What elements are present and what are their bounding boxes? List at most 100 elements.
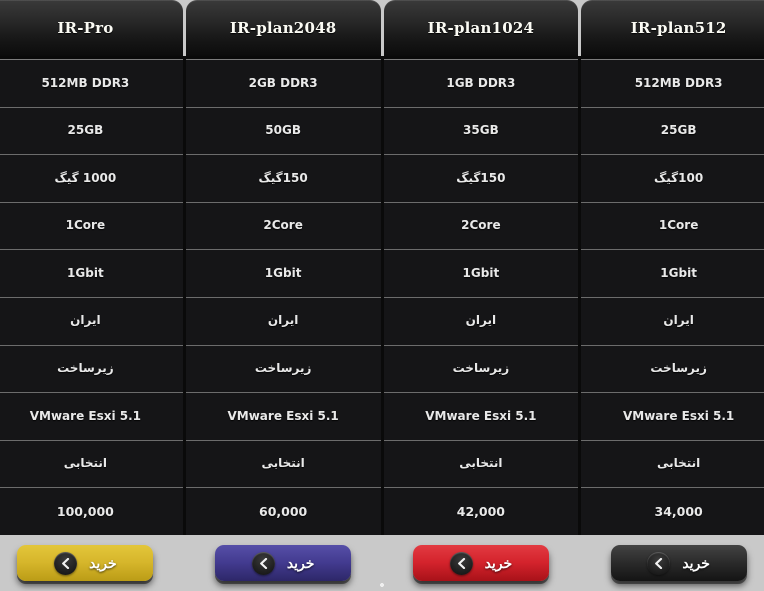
feature-value: 1Core: [658, 218, 699, 233]
plan-name: IR-plan1024: [427, 19, 535, 37]
feature-value: 1000 گیگ: [54, 170, 117, 185]
feature-value: ایران: [70, 313, 101, 328]
feature-value: زیرساخت: [650, 361, 707, 376]
feature-value: 60,000: [259, 503, 308, 519]
plan-name: IR-plan512: [630, 19, 727, 37]
feature-cell-cpu: 1Core: [581, 203, 764, 251]
feature-value: 100,000: [56, 503, 114, 519]
feature-value: 2Core: [461, 218, 501, 233]
feature-value: VMware Esxi 5.1: [622, 408, 735, 423]
buy-button-slot-2: خرید: [384, 535, 579, 591]
feature-cell-location: ایران: [185, 298, 381, 346]
feature-cell-infrastructure: زیرساخت: [383, 346, 579, 394]
feature-value: ایران: [465, 313, 497, 328]
chevron-left-icon: [449, 551, 473, 575]
feature-cell-port: 1Gbit: [185, 250, 381, 298]
plan-name: IR-plan2048: [229, 19, 337, 37]
feature-value: 1Gbit: [660, 265, 697, 280]
feature-cell-ram: 2GB DDR3: [185, 60, 381, 108]
feature-value: 512MB DDR3: [41, 75, 130, 90]
feature-value: انتخابی: [63, 456, 108, 471]
feature-cell-disk: 50GB: [185, 108, 381, 156]
plan-tab-0[interactable]: IR-Pro: [0, 0, 183, 56]
feature-value: ایران: [663, 313, 694, 328]
feature-value: 100گیگ: [654, 170, 704, 185]
feature-value: زیرساخت: [57, 361, 114, 376]
feature-cell-infrastructure: زیرساخت: [0, 346, 183, 394]
feature-cell-price: 42,000: [384, 488, 579, 535]
buy-button-label: خرید: [484, 554, 513, 571]
feature-value: انتخابی: [459, 456, 503, 471]
feature-value: 2Core: [263, 218, 303, 233]
plan-column-2: 1GB DDR3 35GB 150گیگ 2Core 1Gbit ایران ز…: [383, 59, 579, 535]
feature-cell-disk: 25GB: [0, 108, 183, 156]
feature-value: 1Gbit: [67, 265, 104, 280]
feature-value: VMware Esxi 5.1: [227, 408, 339, 423]
feature-cell-price: 100,000: [0, 488, 183, 535]
buy-button-slot-3: خرید: [581, 535, 764, 591]
feature-cell-os: انتخابی: [185, 441, 381, 489]
feature-cell-location: ایران: [383, 298, 579, 346]
feature-value: ایران: [267, 313, 299, 328]
feature-value: 42,000: [456, 503, 505, 519]
feature-cell-disk: 25GB: [581, 108, 764, 156]
feature-cell-bandwidth: 100گیگ: [581, 155, 764, 203]
buy-button-row: خرید خرید خرید خرید: [0, 535, 764, 591]
feature-cell-cpu: 2Core: [383, 203, 579, 251]
feature-cell-virtualization: VMware Esxi 5.1: [185, 393, 381, 441]
feature-value: 34,000: [654, 503, 703, 519]
feature-cell-ram: 512MB DDR3: [581, 60, 764, 108]
feature-cell-location: ایران: [581, 298, 764, 346]
feature-value: 1Gbit: [264, 265, 302, 280]
feature-value: 1Core: [65, 218, 106, 233]
feature-value: زیرساخت: [452, 361, 510, 376]
buy-button-ir-plan2048[interactable]: خرید: [215, 545, 352, 581]
feature-value: VMware Esxi 5.1: [425, 408, 537, 423]
buy-button-ir-plan512[interactable]: خرید: [610, 545, 747, 581]
feature-value: 1Gbit: [462, 265, 500, 280]
feature-cell-bandwidth: 150گیگ: [383, 155, 579, 203]
feature-cell-cpu: 2Core: [185, 203, 381, 251]
feature-value: 25GB: [67, 123, 104, 138]
feature-cell-bandwidth: 1000 گیگ: [0, 155, 183, 203]
plan-tab-1[interactable]: IR-plan2048: [185, 0, 381, 56]
feature-cell-disk: 35GB: [383, 108, 579, 156]
feature-cell-virtualization: VMware Esxi 5.1: [581, 393, 764, 441]
feature-value: 35GB: [463, 123, 499, 138]
feature-value: VMware Esxi 5.1: [29, 408, 142, 423]
feature-value: 512MB DDR3: [634, 75, 723, 90]
feature-value: زیرساخت: [254, 361, 312, 376]
buy-button-label: خرید: [286, 554, 315, 571]
feature-value: 1GB DDR3: [446, 75, 516, 90]
buy-button-slot-1: خرید: [186, 535, 381, 591]
feature-value: انتخابی: [261, 456, 305, 471]
feature-cell-location: ایران: [0, 298, 183, 346]
pricing-table: IR-Pro IR-plan2048 IR-plan1024 IR-plan51…: [0, 0, 764, 591]
feature-cell-cpu: 1Core: [0, 203, 183, 251]
plan-column-0: 512MB DDR3 25GB 1000 گیگ 1Core 1Gbit ایر…: [0, 59, 183, 535]
feature-value: 2GB DDR3: [248, 75, 318, 90]
chevron-left-icon: [647, 551, 671, 575]
feature-cell-os: انتخابی: [581, 441, 764, 489]
feature-value: 25GB: [660, 123, 697, 138]
feature-value: 50GB: [265, 123, 301, 138]
buy-button-label: خرید: [89, 554, 117, 571]
feature-cell-infrastructure: زیرساخت: [581, 346, 764, 394]
plan-header-row: IR-Pro IR-plan2048 IR-plan1024 IR-plan51…: [0, 0, 764, 56]
buy-button-label: خرید: [682, 554, 710, 571]
feature-cell-bandwidth: 150گیگ: [185, 155, 381, 203]
buy-button-ir-pro[interactable]: خرید: [17, 545, 154, 581]
feature-value: 150گیگ: [258, 170, 308, 185]
plan-tab-2[interactable]: IR-plan1024: [383, 0, 579, 56]
feature-cell-ram: 512MB DDR3: [0, 60, 183, 108]
chevron-left-icon: [251, 551, 275, 575]
plan-name: IR-Pro: [57, 19, 114, 37]
buy-button-ir-plan1024[interactable]: خرید: [412, 545, 549, 581]
feature-value: 150گیگ: [456, 170, 506, 185]
feature-cell-port: 1Gbit: [581, 250, 764, 298]
feature-cell-infrastructure: زیرساخت: [185, 346, 381, 394]
feature-cell-os: انتخابی: [383, 441, 579, 489]
plan-tab-3[interactable]: IR-plan512: [581, 0, 764, 56]
feature-cell-virtualization: VMware Esxi 5.1: [383, 393, 579, 441]
feature-value: انتخابی: [656, 456, 701, 471]
